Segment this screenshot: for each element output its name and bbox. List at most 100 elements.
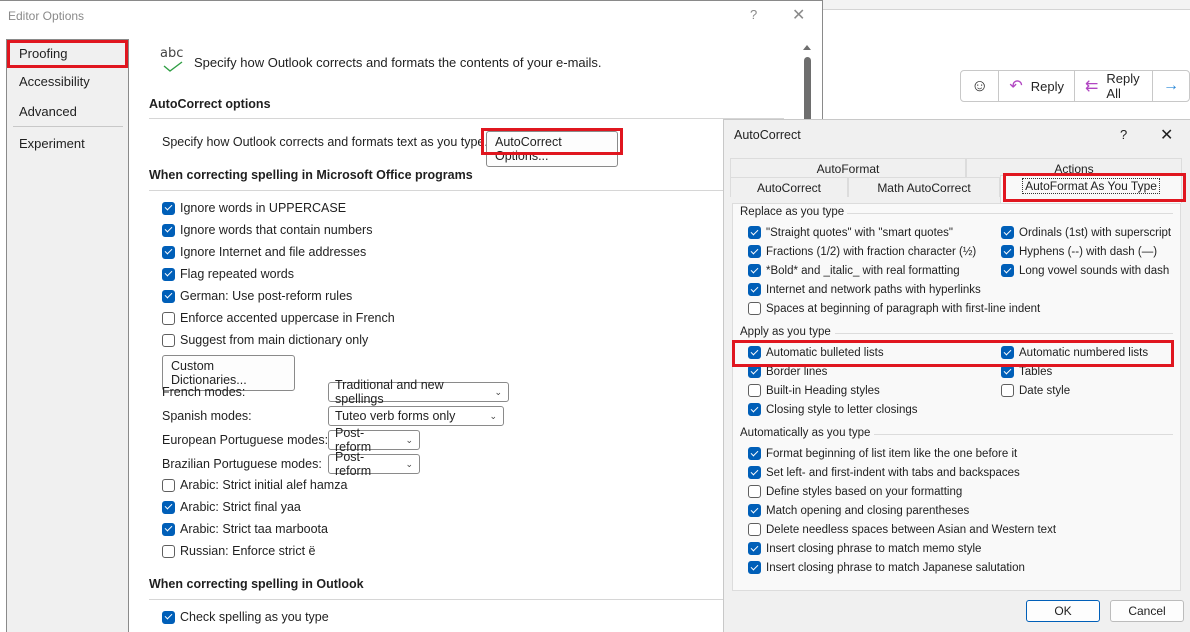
ok-button[interactable]: OK — [1026, 600, 1100, 622]
checkbox-checked-icon[interactable] — [1001, 264, 1014, 277]
checkbox-checked-icon[interactable] — [162, 223, 175, 237]
nav-item-advanced[interactable]: Advanced — [19, 104, 77, 119]
checkbox-checked-icon[interactable] — [162, 267, 175, 281]
checkbox-unchecked-icon[interactable] — [162, 478, 175, 492]
apply-option-checkbox[interactable]: Tables — [1001, 365, 1052, 378]
office-spelling-option-checkbox[interactable]: Suggest from main dictionary only — [162, 333, 368, 347]
checkbox-checked-icon[interactable] — [748, 226, 761, 239]
scroll-up-arrow-icon[interactable] — [803, 45, 811, 50]
apply-option-checkbox[interactable]: Closing style to letter closings — [748, 403, 917, 416]
checkbox-checked-icon[interactable] — [162, 500, 175, 514]
replace-option-checkbox[interactable]: Spaces at beginning of paragraph with fi… — [748, 302, 1040, 315]
nav-item-accessibility[interactable]: Accessibility — [19, 74, 90, 89]
nav-item-experiment[interactable]: Experiment — [19, 136, 85, 151]
cancel-label: Cancel — [1128, 604, 1166, 618]
auto-option-checkbox[interactable]: Match opening and closing parentheses — [748, 504, 969, 517]
tab-autoformat-as-you-type[interactable]: AutoFormat As You Type — [1000, 175, 1182, 203]
office-spelling-option-checkbox[interactable]: Arabic: Strict final yaa — [162, 500, 301, 514]
checkbox-unchecked-icon[interactable] — [162, 311, 175, 325]
close-button[interactable]: ✕ — [792, 5, 805, 25]
office-spelling-option-checkbox[interactable]: Russian: Enforce strict ë — [162, 544, 315, 558]
replace-option-checkbox[interactable]: Ordinals (1st) with superscript — [1001, 226, 1171, 239]
checkbox-checked-icon[interactable] — [1001, 226, 1014, 239]
checkbox-unchecked-icon[interactable] — [1001, 384, 1014, 397]
auto-option-checkbox[interactable]: Format beginning of list item like the o… — [748, 447, 1017, 460]
reply-all-button[interactable]: ⇇ Reply All — [1075, 71, 1153, 101]
checkbox-unchecked-icon[interactable] — [748, 384, 761, 397]
cancel-button[interactable]: Cancel — [1110, 600, 1184, 622]
replace-option-checkbox[interactable]: Internet and network paths with hyperlin… — [748, 283, 981, 296]
auto-option-label: Insert closing phrase to match memo styl… — [766, 542, 982, 555]
checkbox-unchecked-icon[interactable] — [748, 523, 761, 536]
replace-option-checkbox[interactable]: "Straight quotes" with "smart quotes" — [748, 226, 953, 239]
tab-autoformat[interactable]: AutoFormat — [730, 158, 966, 177]
replace-option-checkbox[interactable]: *Bold* and _italic_ with real formatting — [748, 264, 960, 277]
scroll-thumb[interactable] — [804, 57, 811, 127]
apply-option-checkbox[interactable]: Built-in Heading styles — [748, 384, 880, 397]
auto-option-checkbox[interactable]: Insert closing phrase to match Japanese … — [748, 561, 1025, 574]
auto-option-checkbox[interactable]: Define styles based on your formatting — [748, 485, 962, 498]
checkbox-checked-icon[interactable] — [748, 365, 761, 378]
office-spelling-option-checkbox[interactable]: Ignore Internet and file addresses — [162, 245, 366, 259]
auto-option-checkbox[interactable]: Delete needless spaces between Asian and… — [748, 523, 1056, 536]
checkbox-checked-icon[interactable] — [162, 245, 175, 259]
office-spelling-option-checkbox[interactable]: Ignore words in UPPERCASE — [162, 201, 346, 215]
replace-option-checkbox[interactable]: Fractions (1/2) with fraction character … — [748, 245, 976, 258]
reply-button[interactable]: ↶ Reply — [999, 71, 1076, 101]
office-spelling-option-checkbox[interactable]: Ignore words that contain numbers — [162, 223, 372, 237]
auto-option-checkbox[interactable]: Insert closing phrase to match memo styl… — [748, 542, 981, 555]
checkbox-checked-icon[interactable] — [748, 245, 761, 258]
checkbox-checked-icon[interactable] — [748, 403, 761, 416]
checkbox-checked-icon[interactable] — [162, 522, 175, 536]
office-spelling-option-checkbox[interactable]: Enforce accented uppercase in French — [162, 311, 395, 325]
checkbox-checked-icon[interactable] — [748, 542, 761, 555]
brazilian-portuguese-modes-select[interactable]: Post-reform ⌄ — [328, 450, 420, 478]
autocorrect-close-button[interactable]: ✕ — [1160, 125, 1173, 145]
checkbox-checked-icon[interactable] — [748, 346, 761, 359]
checkbox-checked-icon[interactable] — [1001, 245, 1014, 258]
checkbox-checked-icon[interactable] — [748, 504, 761, 517]
abc-text: abc — [160, 46, 184, 61]
scrollbar[interactable] — [800, 41, 814, 127]
french-modes-select[interactable]: Traditional and new spellings ⌄ — [328, 378, 509, 406]
apply-option-checkbox[interactable]: Automatic numbered lists — [1001, 346, 1148, 359]
checkbox-unchecked-icon[interactable] — [162, 333, 175, 347]
autocorrect-options-button[interactable]: AutoCorrect Options... — [486, 131, 618, 167]
checkbox-checked-icon[interactable] — [1001, 346, 1014, 359]
checkbox-checked-icon[interactable] — [748, 264, 761, 277]
office-spelling-heading: When correcting spelling in Microsoft Of… — [149, 168, 473, 182]
autocorrect-help-button[interactable]: ? — [1120, 127, 1127, 142]
checkbox-checked-icon[interactable] — [162, 610, 175, 624]
tab-autocorrect[interactable]: AutoCorrect — [730, 177, 848, 197]
checkbox-unchecked-icon[interactable] — [748, 302, 761, 315]
checkbox-checked-icon[interactable] — [748, 561, 761, 574]
checkbox-checked-icon[interactable] — [748, 283, 761, 296]
checkbox-unchecked-icon[interactable] — [748, 485, 761, 498]
apply-option-checkbox[interactable]: Automatic bulleted lists — [748, 346, 884, 359]
european-portuguese-modes-select[interactable]: Post-reform ⌄ — [328, 426, 420, 454]
checkbox-checked-icon[interactable] — [1001, 365, 1014, 378]
nav-item-proofing[interactable]: Proofing — [19, 46, 67, 61]
apply-group-title: Apply as you type — [740, 326, 831, 338]
replace-option-checkbox[interactable]: Hyphens (--) with dash (—) — [1001, 245, 1157, 258]
checkbox-unchecked-icon[interactable] — [162, 544, 175, 558]
checkbox-checked-icon[interactable] — [748, 466, 761, 479]
apply-option-label: Built-in Heading styles — [766, 384, 880, 397]
office-spelling-option-checkbox[interactable]: Arabic: Strict initial alef hamza — [162, 478, 347, 492]
help-button[interactable]: ? — [750, 7, 757, 22]
tab-math-autocorrect[interactable]: Math AutoCorrect — [848, 177, 1000, 197]
office-spelling-option-checkbox[interactable]: Flag repeated words — [162, 267, 294, 281]
apply-option-checkbox[interactable]: Border lines — [748, 365, 827, 378]
office-spelling-option-checkbox[interactable]: German: Use post-reform rules — [162, 289, 352, 303]
outlook-spelling-option-checkbox[interactable]: Check spelling as you type — [162, 610, 329, 624]
emoji-button[interactable]: ☺ — [961, 71, 1000, 101]
apply-option-checkbox[interactable]: Date style — [1001, 384, 1070, 397]
office-spelling-option-checkbox[interactable]: Arabic: Strict taa marboota — [162, 522, 328, 536]
forward-button[interactable]: → — [1153, 71, 1189, 101]
replace-option-checkbox[interactable]: Long vowel sounds with dash — [1001, 264, 1169, 277]
checkbox-checked-icon[interactable] — [748, 447, 761, 460]
checkbox-checked-icon[interactable] — [162, 289, 175, 303]
spanish-modes-select[interactable]: Tuteo verb forms only ⌄ — [328, 406, 504, 426]
auto-option-checkbox[interactable]: Set left- and first-indent with tabs and… — [748, 466, 1020, 479]
checkbox-checked-icon[interactable] — [162, 201, 175, 215]
